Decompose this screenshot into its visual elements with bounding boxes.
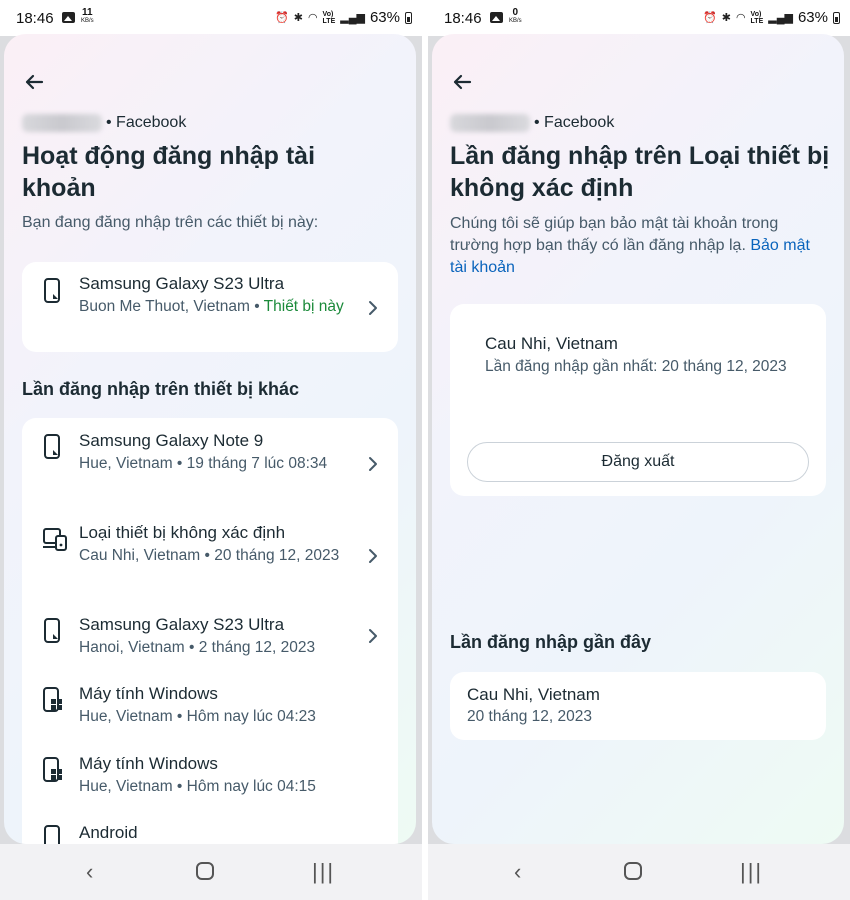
back-arrow-icon[interactable] bbox=[450, 70, 474, 94]
gallery-notification-icon bbox=[62, 11, 75, 23]
device-name: Samsung Galaxy Note 9 bbox=[79, 431, 264, 450]
account-source: • Facebook bbox=[106, 114, 187, 131]
chevron-right-icon bbox=[369, 549, 377, 563]
page-subtitle: Chúng tôi sẽ giúp bạn bảo mật tài khoản … bbox=[450, 215, 810, 276]
device-meta: Hanoi, Vietnam • 2 tháng 12, 2023 bbox=[79, 639, 316, 656]
windows-computer-icon bbox=[43, 757, 62, 782]
nav-home-icon[interactable] bbox=[196, 862, 214, 880]
recent-login-date: 20 tháng 12, 2023 bbox=[467, 708, 592, 725]
nav-back-icon[interactable]: ‹ bbox=[86, 859, 93, 885]
alarm-icon: ⏰ bbox=[703, 12, 717, 24]
volte-icon: Vo) LTE bbox=[322, 10, 336, 25]
wifi-icon: ◠ bbox=[307, 12, 318, 24]
right-phone-screen: 18:46 0 KB/s ⏰ ✱ ◠ Vo) LTE ▂▄▆ 63% • Faceb… bbox=[428, 0, 850, 900]
status-bar: 18:46 11 KB/s ⏰ ✱ ◠ Vo) LTE ▂▄▆ 63% bbox=[0, 0, 422, 36]
page-title: Hoạt động đăng nhập tài khoản bbox=[22, 142, 316, 202]
page-title: Lần đăng nhập trên Loại thiết bị không x… bbox=[450, 142, 830, 202]
blurred-account-name bbox=[22, 114, 102, 132]
device-name: Android bbox=[79, 823, 138, 842]
device-meta: Hue, Vietnam • Hôm nay lúc 04:23 bbox=[79, 708, 316, 725]
device-name: Loại thiết bị không xác định bbox=[79, 523, 286, 542]
account-line: • Facebook bbox=[22, 114, 186, 132]
last-login-time: Lần đăng nhập gần nhất: 20 tháng 12, 202… bbox=[485, 358, 787, 375]
battery-percent: 63% bbox=[369, 9, 400, 26]
phone-icon bbox=[44, 278, 60, 303]
battery-icon bbox=[833, 11, 840, 24]
nav-recents-icon[interactable]: ||| bbox=[740, 859, 763, 885]
status-time: 18:46 bbox=[444, 10, 482, 27]
login-detail-card: Cau Nhi, Vietnam Lần đăng nhập gần nhất:… bbox=[450, 304, 826, 496]
device-name: Máy tính Windows bbox=[79, 754, 218, 773]
device-name: Samsung Galaxy S23 Ultra bbox=[79, 615, 285, 634]
other-devices-card: Samsung Galaxy Note 9 Hue, Vietnam • 19 … bbox=[22, 418, 398, 844]
phone-icon bbox=[44, 825, 60, 844]
other-devices-heading: Lần đăng nhập trên thiết bị khác bbox=[22, 379, 300, 399]
current-device-card[interactable]: Samsung Galaxy S23 Ultra Buon Me Thuot, … bbox=[22, 262, 398, 352]
logout-button[interactable]: Đăng xuất bbox=[467, 442, 809, 482]
account-line: • Facebook bbox=[450, 114, 614, 132]
network-speed: 11 KB/s bbox=[81, 7, 94, 25]
battery-percent: 63% bbox=[797, 9, 828, 26]
phone-icon bbox=[44, 434, 60, 459]
back-arrow-icon[interactable] bbox=[22, 70, 46, 94]
bluetooth-icon: ✱ bbox=[293, 12, 303, 24]
device-name: Máy tính Windows bbox=[79, 684, 218, 703]
bluetooth-icon: ✱ bbox=[721, 12, 731, 24]
alarm-icon: ⏰ bbox=[275, 12, 289, 24]
current-device-row[interactable]: Samsung Galaxy S23 Ultra Buon Me Thuot, … bbox=[22, 272, 398, 342]
this-device-label: Thiết bị này bbox=[263, 298, 344, 315]
status-bar: 18:46 0 KB/s ⏰ ✱ ◠ Vo) LTE ▂▄▆ 63% bbox=[428, 0, 850, 36]
device-row[interactable]: Samsung Galaxy Note 9 Hue, Vietnam • 19 … bbox=[22, 430, 398, 510]
network-speed: 0 KB/s bbox=[509, 7, 522, 25]
battery-icon bbox=[405, 11, 412, 24]
recent-login-card: Cau Nhi, Vietnam 20 tháng 12, 2023 bbox=[450, 672, 826, 740]
page-subtitle: Bạn đang đăng nhập trên các thiết bị này… bbox=[22, 214, 319, 231]
blurred-account-name bbox=[450, 114, 530, 132]
device-row[interactable]: Samsung Galaxy S23 Ultra Hanoi, Vietnam … bbox=[22, 614, 398, 670]
signal-icon: ▂▄▆ bbox=[340, 12, 365, 24]
chevron-right-icon bbox=[369, 457, 377, 471]
device-row[interactable]: Loại thiết bị không xác định Cau Nhi, Vi… bbox=[22, 522, 398, 602]
device-meta: Buon Me Thuot, Vietnam • Thiết bị này bbox=[79, 298, 344, 315]
unknown-device-icon bbox=[43, 528, 67, 551]
login-location: Cau Nhi, Vietnam bbox=[485, 334, 618, 353]
recent-login-location: Cau Nhi, Vietnam bbox=[467, 685, 600, 704]
signal-icon: ▂▄▆ bbox=[768, 12, 793, 24]
left-phone-screen: 18:46 11 KB/s ⏰ ✱ ◠ Vo) LTE ▂▄▆ 63% • Face… bbox=[0, 0, 422, 900]
chevron-right-icon bbox=[369, 301, 377, 315]
gallery-notification-icon bbox=[490, 11, 503, 23]
login-activity-sheet: • Facebook Hoạt động đăng nhập tài khoản… bbox=[4, 34, 416, 844]
chevron-right-icon bbox=[369, 629, 377, 643]
phone-icon bbox=[44, 618, 60, 643]
device-name: Samsung Galaxy S23 Ultra bbox=[79, 274, 285, 293]
wifi-icon: ◠ bbox=[735, 12, 746, 24]
device-row: Máy tính Windows Hue, Vietnam • Hôm nay … bbox=[22, 753, 398, 809]
device-row: Máy tính Windows Hue, Vietnam • Hôm nay … bbox=[22, 683, 398, 739]
nav-home-icon[interactable] bbox=[624, 862, 642, 880]
system-nav-bar: ‹ ||| bbox=[428, 844, 850, 900]
device-row: Android bbox=[22, 822, 398, 844]
system-nav-bar: ‹ ||| bbox=[0, 844, 422, 900]
device-meta: Hue, Vietnam • 19 tháng 7 lúc 08:34 bbox=[79, 455, 328, 472]
device-meta: Cau Nhi, Vietnam • 20 tháng 12, 2023 bbox=[79, 547, 340, 564]
account-source: • Facebook bbox=[534, 114, 615, 131]
windows-computer-icon bbox=[43, 687, 62, 712]
volte-icon: Vo) LTE bbox=[750, 10, 764, 25]
device-meta: Hue, Vietnam • Hôm nay lúc 04:15 bbox=[79, 778, 316, 795]
nav-recents-icon[interactable]: ||| bbox=[312, 859, 335, 885]
status-time: 18:46 bbox=[16, 10, 54, 27]
device-login-detail-sheet: • Facebook Lần đăng nhập trên Loại thiết… bbox=[432, 34, 844, 844]
recent-logins-heading: Lần đăng nhập gần đây bbox=[450, 632, 652, 652]
nav-back-icon[interactable]: ‹ bbox=[514, 859, 521, 885]
